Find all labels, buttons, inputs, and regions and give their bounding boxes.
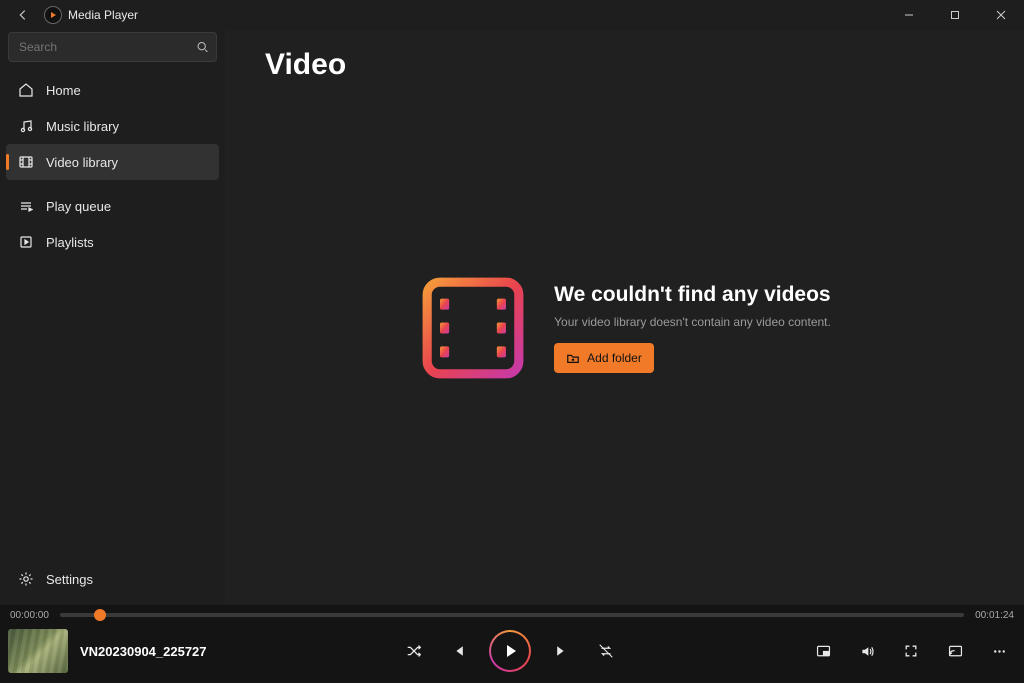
video-icon [18, 154, 34, 170]
right-controls [712, 638, 1012, 664]
queue-icon [18, 198, 34, 214]
timeline-row: 00:00:00 00:01:24 [0, 607, 1024, 623]
titlebar-left: Media Player [8, 0, 138, 30]
sidebar-item-label: Video library [46, 155, 118, 170]
body: Home Music library Video library Play qu… [0, 30, 1024, 605]
minimize-icon [904, 10, 914, 20]
current-time-label: 00:00:00 [10, 610, 50, 621]
cast-button[interactable] [942, 638, 968, 664]
mini-player-icon [815, 643, 832, 660]
close-button[interactable] [978, 0, 1024, 30]
maximize-icon [950, 10, 960, 20]
empty-state-title: We couldn't find any videos [554, 283, 831, 307]
mini-player-button[interactable] [810, 638, 836, 664]
skip-previous-icon [450, 643, 466, 659]
playback-bar: 00:00:00 00:01:24 VN20230904_225727 [0, 605, 1024, 683]
volume-button[interactable] [854, 638, 880, 664]
sidebar: Home Music library Video library Play qu… [0, 30, 225, 605]
minimize-button[interactable] [886, 0, 932, 30]
sidebar-item-queue[interactable]: Play queue [6, 188, 219, 224]
seek-slider[interactable] [60, 613, 964, 617]
sidebar-item-music[interactable]: Music library [6, 108, 219, 144]
sidebar-item-label: Playlists [46, 235, 94, 250]
empty-text: We couldn't find any videos Your video l… [554, 283, 831, 373]
now-playing-title: VN20230904_225727 [80, 644, 207, 659]
fullscreen-button[interactable] [898, 638, 924, 664]
shuffle-button[interactable] [401, 638, 427, 664]
search-box [8, 32, 217, 62]
back-button[interactable] [8, 0, 38, 30]
film-illustration-icon [418, 273, 528, 383]
skip-next-icon [554, 643, 570, 659]
next-button[interactable] [549, 638, 575, 664]
add-folder-button[interactable]: Add folder [554, 343, 654, 373]
sidebar-item-playlists[interactable]: Playlists [6, 224, 219, 260]
more-icon [991, 643, 1008, 660]
gear-icon [18, 571, 34, 587]
now-playing[interactable]: VN20230904_225727 [8, 629, 308, 673]
app-title: Media Player [68, 8, 138, 22]
now-playing-thumbnail [8, 629, 68, 673]
total-time-label: 00:01:24 [974, 610, 1014, 621]
main-content: Video [225, 30, 1024, 605]
fullscreen-icon [903, 643, 919, 659]
more-button[interactable] [986, 638, 1012, 664]
window-controls [886, 0, 1024, 30]
center-controls [318, 630, 702, 672]
cast-icon [947, 643, 964, 660]
repeat-button[interactable] [593, 638, 619, 664]
empty-state-subtitle: Your video library doesn't contain any v… [554, 315, 831, 329]
sidebar-item-label: Music library [46, 119, 119, 134]
playlist-icon [18, 234, 34, 250]
shuffle-icon [405, 642, 423, 660]
add-folder-icon [566, 351, 580, 365]
volume-icon [859, 643, 876, 660]
sidebar-item-label: Home [46, 83, 81, 98]
close-icon [996, 10, 1006, 20]
repeat-icon [597, 642, 615, 660]
titlebar: Media Player [0, 0, 1024, 30]
play-button[interactable] [489, 630, 531, 672]
home-icon [18, 82, 34, 98]
maximize-button[interactable] [932, 0, 978, 30]
music-icon [18, 118, 34, 134]
search-icon [196, 41, 209, 54]
controls-row: VN20230904_225727 [0, 623, 1024, 683]
search-input[interactable] [8, 32, 217, 62]
add-folder-label: Add folder [587, 351, 642, 365]
nav-list: Home Music library Video library Play qu… [6, 72, 219, 260]
sidebar-item-label: Settings [46, 572, 93, 587]
empty-state: We couldn't find any videos Your video l… [265, 50, 984, 605]
sidebar-item-video[interactable]: Video library [6, 144, 219, 180]
app-logo-icon [44, 6, 62, 24]
sidebar-item-home[interactable]: Home [6, 72, 219, 108]
previous-button[interactable] [445, 638, 471, 664]
play-icon [503, 643, 519, 659]
arrow-left-icon [16, 8, 30, 22]
sidebar-item-settings[interactable]: Settings [6, 561, 219, 597]
sidebar-item-label: Play queue [46, 199, 111, 214]
app-window: Media Player [0, 0, 1024, 683]
seek-thumb-icon [94, 609, 106, 621]
